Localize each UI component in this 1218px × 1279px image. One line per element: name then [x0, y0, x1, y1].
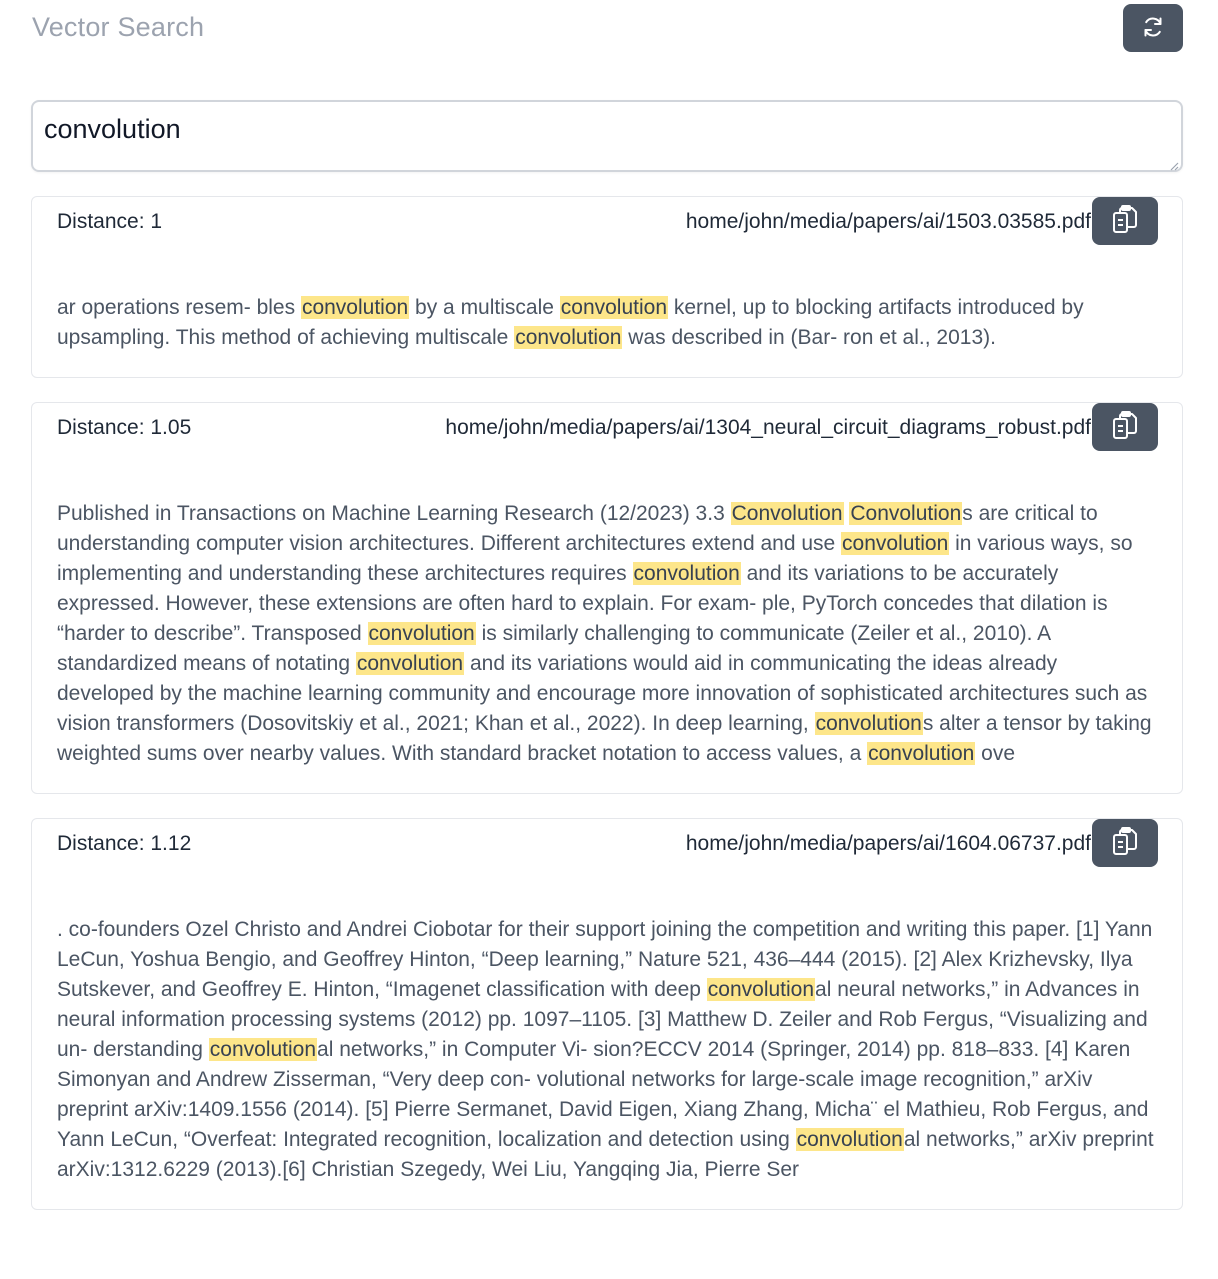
- results-list: Distance: 1 home/john/media/papers/ai/15…: [31, 196, 1183, 1234]
- file-path: home/john/media/papers/ai/1503.03585.pdf: [685, 210, 1091, 233]
- result-snippet: . co-founders Ozel Christo and Andrei Ci…: [57, 915, 1157, 1185]
- copy-button[interactable]: [1092, 819, 1158, 867]
- file-path: home/john/media/papers/ai/1604.06737.pdf: [685, 832, 1091, 855]
- file-path: home/john/media/papers/ai/1304_neural_ci…: [445, 416, 1091, 439]
- search-highlight: convolution: [632, 562, 741, 585]
- search-highlight: Convolution: [730, 502, 844, 525]
- copy-button[interactable]: [1092, 197, 1158, 245]
- result-card: Distance: 1.12 home/john/media/papers/ai…: [31, 818, 1183, 1210]
- search-highlight: Convolution: [849, 502, 963, 525]
- clipboard-copy-icon: [1110, 826, 1140, 861]
- snippet-text: was described in (Bar- ron et al., 2013)…: [622, 326, 996, 349]
- search-highlight: convolution: [208, 1038, 318, 1061]
- search-highlight: convolution: [841, 532, 950, 555]
- distance-label: Distance: 1.12: [57, 832, 192, 855]
- distance-label: Distance: 1.05: [57, 416, 192, 439]
- search-highlight: convolution: [795, 1128, 904, 1151]
- snippet-text: ar operations resem- bles: [57, 296, 301, 319]
- result-snippet: ar operations resem- bles convolution by…: [57, 293, 1157, 353]
- refresh-button[interactable]: [1123, 4, 1183, 52]
- header: Vector Search: [0, 0, 1218, 60]
- distance-label: Distance: 1: [57, 210, 163, 233]
- snippet-text: by a multiscale: [409, 296, 560, 319]
- result-card: Distance: 1.05 home/john/media/papers/ai…: [31, 402, 1183, 794]
- search-input[interactable]: convolution: [33, 102, 1181, 170]
- clipboard-copy-icon: [1110, 204, 1140, 239]
- snippet-text: ove: [975, 742, 1016, 765]
- search-highlight: convolution: [559, 296, 669, 319]
- result-snippet: Published in Transactions on Machine Lea…: [57, 499, 1157, 769]
- snippet-text: Published in Transactions on Machine Lea…: [57, 502, 731, 525]
- refresh-icon: [1141, 15, 1165, 42]
- search-box: convolution: [31, 100, 1183, 172]
- search-highlight: convolution: [814, 712, 923, 735]
- search-highlight: convolution: [355, 652, 465, 675]
- app-title: Vector Search: [32, 12, 205, 42]
- clipboard-copy-icon: [1110, 410, 1140, 445]
- search-highlight: convolution: [867, 742, 976, 765]
- search-highlight: convolution: [300, 296, 410, 319]
- resize-handle-icon[interactable]: [1169, 158, 1179, 171]
- copy-button[interactable]: [1092, 403, 1158, 451]
- search-highlight: convolution: [367, 622, 476, 645]
- search-highlight: convolution: [514, 326, 623, 349]
- search-highlight: convolution: [706, 978, 816, 1001]
- result-card: Distance: 1 home/john/media/papers/ai/15…: [31, 196, 1183, 378]
